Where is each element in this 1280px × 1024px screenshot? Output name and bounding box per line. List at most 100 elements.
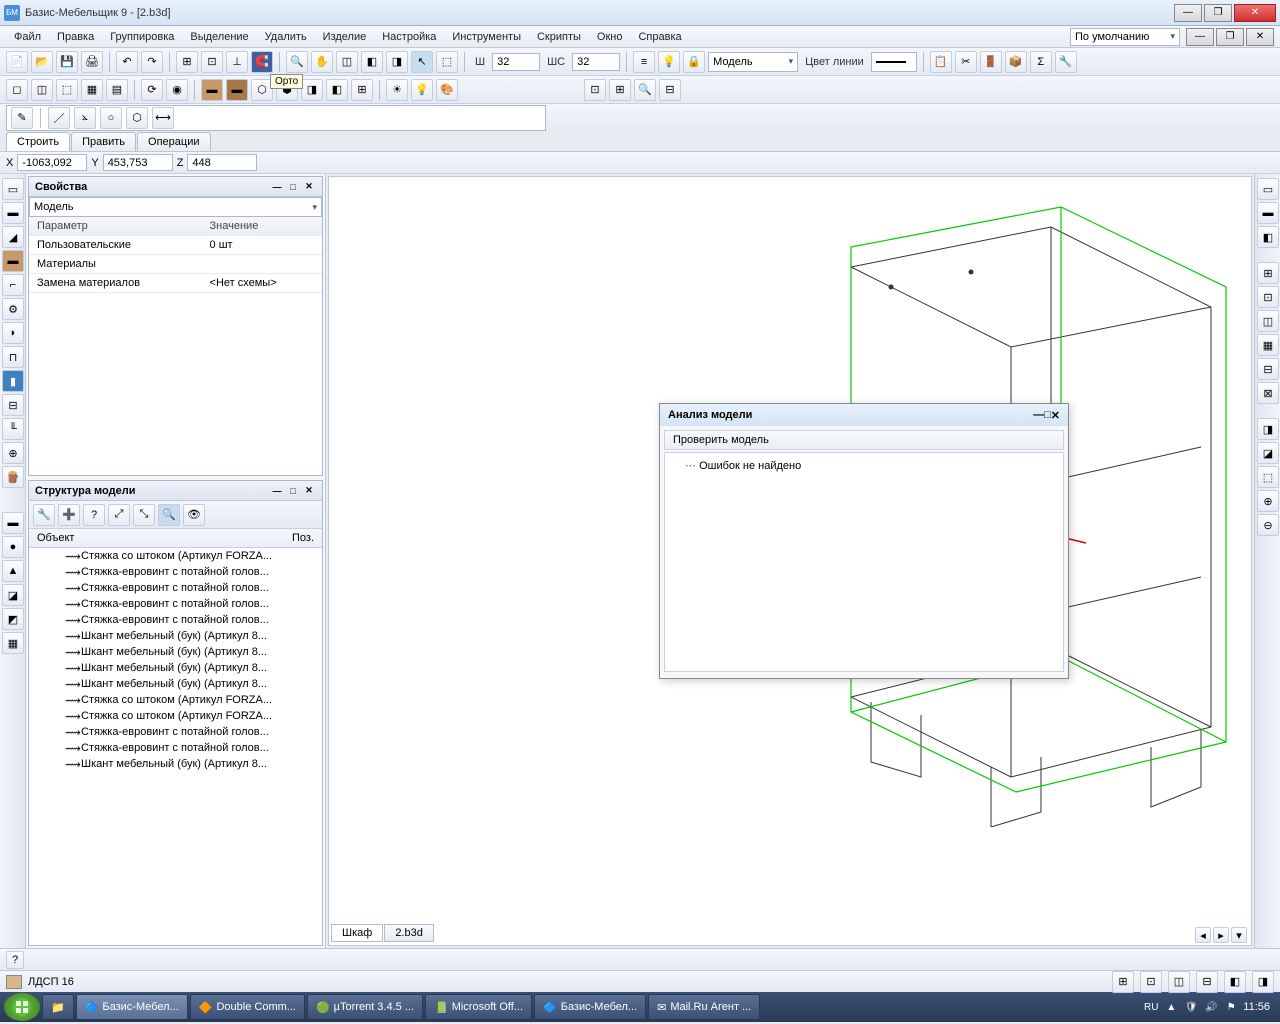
rt-1-button[interactable]: ▭ [1257,178,1279,200]
task-item[interactable]: 🟢µTorrent 3.4.5 ... [307,994,423,1020]
prop-row[interactable]: Пользовательские0 шт [29,236,322,255]
tool-a-button[interactable]: 📋 [930,51,952,73]
rt-13-button[interactable]: ⊕ [1257,490,1279,512]
orbit-button[interactable]: ◉ [166,79,188,101]
tab-ops[interactable]: Операции [137,132,210,151]
mb-1-button[interactable]: ⊞ [1112,971,1134,993]
lt-loft-icon[interactable]: ▦ [2,632,24,654]
st-collapse-button[interactable]: ⤡ [133,504,155,526]
lt-leg-icon[interactable]: ╙ [2,418,24,440]
line-button[interactable]: ／ [48,107,70,129]
tray-lang[interactable]: RU [1143,999,1159,1015]
tray-icon[interactable]: 🔊 [1203,999,1219,1015]
bulb2-button[interactable]: 💡 [411,79,433,101]
close-button[interactable]: ✕ [1234,4,1276,22]
new-file-button[interactable]: 📄 [6,51,28,73]
task-item[interactable]: ✉Mail.Ru Агент ... [648,994,760,1020]
panel-min-button[interactable]: — [270,180,284,194]
save-button[interactable]: 💾 [56,51,78,73]
panel-min-button[interactable]: — [270,484,284,498]
rt-4-button[interactable]: ⊞ [1257,262,1279,284]
box1-button[interactable]: ◻ [6,79,28,101]
redo-button[interactable]: ↷ [141,51,163,73]
menu-delete[interactable]: Удалить [257,28,315,46]
lt-extrude-icon[interactable]: ◪ [2,584,24,606]
panel-close-button[interactable]: ✕ [302,180,316,194]
lt-panel-icon[interactable]: ▭ [2,178,24,200]
mb-3-button[interactable]: ◫ [1168,971,1190,993]
tree-item[interactable]: ⟿Шкант мебельный (бук) (Артикул 8... [29,644,322,660]
scroll-right-button[interactable]: ▸ [1213,927,1229,943]
lt-profile-icon[interactable]: ⌐ [2,274,24,296]
lt-handle-icon[interactable]: ⊓ [2,346,24,368]
tray-icon[interactable]: ▲ [1163,999,1179,1015]
lt-door-icon[interactable]: ▮ [2,370,24,392]
tree-item[interactable]: ⟿Стяжка-евровинт с потайной голов... [29,740,322,756]
minimize-button[interactable]: — [1174,4,1202,22]
zoomin-button[interactable]: 🔍 [634,79,656,101]
rt-5-button[interactable]: ⊡ [1257,286,1279,308]
rt-10-button[interactable]: ◨ [1257,418,1279,440]
st-add-button[interactable]: ➕ [58,504,80,526]
task-item[interactable]: 🔷Базис-Мебел... [76,994,188,1020]
mdi-minimize-button[interactable]: — [1186,28,1214,46]
zoom-button[interactable]: 🔍 [286,51,308,73]
tree-item[interactable]: ⟿Шкант мебельный (бук) (Артикул 8... [29,676,322,692]
menu-window[interactable]: Окно [589,28,631,46]
tree-item[interactable]: ⟿Стяжка-евровинт с потайной голов... [29,612,322,628]
tree-item[interactable]: ⟿Стяжка-евровинт с потайной голов... [29,564,322,580]
iso3-button[interactable]: ◨ [301,79,323,101]
grid-button[interactable]: ⊡ [201,51,223,73]
help-button[interactable]: ? [6,951,24,969]
layout-combo[interactable]: По умолчанию [1070,28,1180,46]
lt-material-icon[interactable]: ▬ [2,250,24,272]
rt-9-button[interactable]: ⊠ [1257,382,1279,404]
lt-hinge-icon[interactable]: ◗ [2,322,24,344]
tree-item[interactable]: ⟿Стяжка со штоком (Артикул FORZA... [29,548,322,564]
ortho-button[interactable]: ⊥ [226,51,248,73]
dialog-min-button[interactable]: — [1033,409,1044,421]
tree-item[interactable]: ⟿Шкант мебельный (бук) (Артикул 8... [29,628,322,644]
cut-button[interactable]: ✂ [955,51,977,73]
select-button[interactable]: ⬚ [436,51,458,73]
box2-button[interactable]: ◫ [31,79,53,101]
mb-4-button[interactable]: ⊟ [1196,971,1218,993]
tool-d-button[interactable]: 🔧 [1055,51,1077,73]
lt-shelf-icon[interactable]: ▬ [2,512,24,534]
properties-object-combo[interactable]: Модель [29,197,322,217]
viewport-tab-file[interactable]: 2.b3d [384,924,434,942]
zoomfit-button[interactable]: ⊡ [584,79,606,101]
rt-11-button[interactable]: ◪ [1257,442,1279,464]
box4-button[interactable]: ▦ [81,79,103,101]
tree-item[interactable]: ⟿Стяжка-евровинт с потайной голов... [29,580,322,596]
print-button[interactable]: 🖨 [81,51,103,73]
mdi-close-button[interactable]: ✕ [1246,28,1274,46]
angle-button[interactable]: ⦛ [74,107,96,129]
y-input[interactable] [103,154,173,171]
view3-button[interactable]: ◨ [386,51,408,73]
mb-6-button[interactable]: ◨ [1252,971,1274,993]
lt-wood-icon[interactable]: 🪵 [2,466,24,488]
x-input[interactable] [17,154,87,171]
magnet-button[interactable]: 🧲 [251,51,273,73]
dialog-max-button[interactable]: □ [1044,409,1051,421]
tree-item[interactable]: ⟿Шкант мебельный (бук) (Артикул 8... [29,756,322,772]
width-input[interactable] [492,53,540,71]
panel-pin-button[interactable]: □ [286,484,300,498]
tree-item[interactable]: ⟿Стяжка со штоком (Артикул FORZA... [29,708,322,724]
view1-button[interactable]: ◫ [336,51,358,73]
scroll-menu-button[interactable]: ▾ [1231,927,1247,943]
st-eye-button[interactable]: 👁 [183,504,205,526]
undo-button[interactable]: ↶ [116,51,138,73]
st-search-button[interactable]: 🔍 [158,504,180,526]
circle-button[interactable]: ○ [100,107,122,129]
viewport-tab-cabinet[interactable]: Шкаф [331,924,383,942]
menu-help[interactable]: Справка [630,28,689,46]
menu-scripts[interactable]: Скрипты [529,28,589,46]
sigma-button[interactable]: Σ [1030,51,1052,73]
box5-button[interactable]: ▤ [106,79,128,101]
structure-tree[interactable]: ⟿Стяжка со штоком (Артикул FORZA...⟿Стяж… [29,548,322,772]
tray-icon[interactable]: 🛡 [1183,999,1199,1015]
menu-group[interactable]: Группировка [102,28,182,46]
start-button[interactable] [4,993,40,1021]
